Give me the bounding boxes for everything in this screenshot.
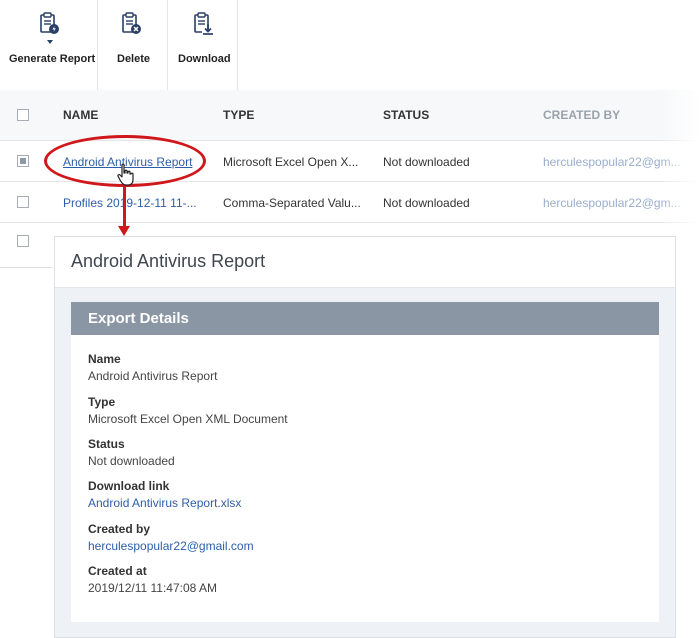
- column-header-status[interactable]: STATUS: [383, 108, 429, 122]
- field-value-type: Microsoft Excel Open XML Document: [88, 412, 288, 426]
- download-button[interactable]: Download: [170, 0, 236, 90]
- row-checkbox[interactable]: [17, 235, 29, 247]
- field-label-type: Type: [88, 395, 116, 409]
- section-header: Export Details: [71, 302, 659, 335]
- table-row[interactable]: Profiles 2019-12-11 11-... Comma-Separat…: [0, 181, 700, 222]
- toolbar: Generate Report Delete Download: [0, 0, 240, 90]
- field-label-status: Status: [88, 437, 125, 451]
- delete-report-icon: [121, 12, 143, 39]
- column-header-created-by[interactable]: CREATED BY: [543, 108, 620, 122]
- field-label-created-by: Created by: [88, 522, 151, 536]
- field-value-created-at: 2019/12/11 11:47:08 AM: [88, 581, 217, 595]
- field-label-name: Name: [88, 352, 121, 366]
- toolbar-divider: [167, 0, 168, 90]
- column-header-name[interactable]: NAME: [63, 108, 98, 122]
- field-label-download-link: Download link: [88, 479, 170, 493]
- report-status: Not downloaded: [383, 196, 470, 210]
- report-type: Comma-Separated Valu...: [223, 196, 361, 210]
- download-report-icon: [193, 12, 215, 39]
- download-label: Download: [178, 53, 231, 65]
- export-details-section: Export Details Name Android Antivirus Re…: [71, 302, 659, 622]
- callout-arrow-head: [118, 226, 130, 236]
- created-by-link[interactable]: herculespopular22@gmail.com: [88, 539, 254, 553]
- column-header-type[interactable]: TYPE: [223, 108, 254, 122]
- row-checkbox[interactable]: [17, 196, 29, 208]
- generate-report-icon: [39, 12, 61, 39]
- row-checkbox[interactable]: [17, 155, 29, 167]
- panel-title: Android Antivirus Report: [71, 251, 266, 271]
- select-all-checkbox[interactable]: [17, 109, 29, 121]
- field-value-status: Not downloaded: [88, 454, 175, 468]
- report-type: Microsoft Excel Open X...: [223, 155, 359, 169]
- toolbar-divider: [237, 0, 238, 90]
- chevron-down-icon: [47, 40, 53, 44]
- download-link[interactable]: Android Antivirus Report.xlsx: [88, 496, 241, 510]
- callout-arrow: [123, 186, 126, 228]
- table-header: NAME TYPE STATUS CREATED BY: [0, 90, 700, 140]
- generate-report-button[interactable]: Generate Report: [6, 0, 96, 90]
- delete-button[interactable]: Delete: [100, 0, 166, 90]
- delete-label: Delete: [117, 53, 151, 65]
- report-detail-panel: Android Antivirus Report Export Details …: [54, 236, 676, 638]
- field-value-name: Android Antivirus Report: [88, 369, 218, 383]
- hand-cursor-icon: [116, 163, 136, 192]
- report-name-link[interactable]: Profiles 2019-12-11 11-...: [63, 196, 203, 210]
- field-label-created-at: Created at: [88, 564, 147, 578]
- generate-report-label: Generate Report: [9, 53, 96, 65]
- panel-header: Android Antivirus Report: [55, 237, 675, 288]
- section-title: Export Details: [88, 310, 189, 327]
- table-divider: [0, 267, 53, 268]
- report-status: Not downloaded: [383, 155, 470, 169]
- toolbar-divider: [97, 0, 98, 90]
